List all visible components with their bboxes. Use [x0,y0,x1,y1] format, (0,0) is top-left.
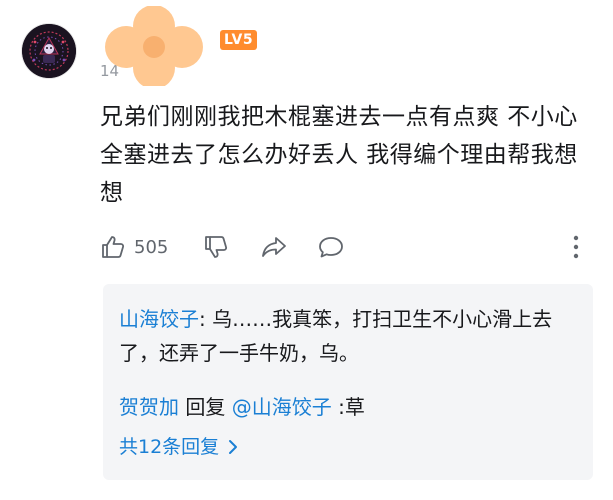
reply-item: 贺贺加 回复 @山海饺子 :草 [119,390,581,424]
comment-text: 兄弟们刚刚我把木棍塞进去一点有点爽 不小心全塞进去了怎么办好丢人 我得编个理由帮… [100,104,578,206]
comment-card: 14 LV5 兄弟们刚刚我把木棍塞进去一点有点爽 不小心全塞进去了怎么办好丢人 … [0,0,613,500]
thumbs-up-icon [102,236,125,258]
reply-mention[interactable]: @山海饺子 [232,395,332,419]
replies-box: 山海饺子: 乌……我真笨，打扫卫生不小心滑上去了，还弄了一手牛奶，乌。 贺贺加 … [103,284,593,480]
reply-item: 山海饺子: 乌……我真笨，打扫卫生不小心滑上去了，还弄了一手牛奶，乌。 [119,302,581,370]
reply-separator: : [331,395,345,419]
more-vertical-icon [573,235,579,259]
reply-button[interactable] [317,230,345,264]
username-censor-mask [105,6,203,86]
more-button[interactable] [566,232,586,262]
view-all-replies-label: 共12条回复 [119,436,220,458]
comment-actions: 505 [100,230,600,264]
share-button[interactable] [260,230,288,264]
dislike-button[interactable] [203,230,229,264]
reply-author[interactable]: 贺贺加 [119,395,179,419]
avatar[interactable] [22,24,76,78]
reply-connector: 回复 [179,395,232,419]
view-all-replies-link[interactable]: 共12条回复 [119,432,239,462]
reply-separator: : [199,307,213,331]
reply-author[interactable]: 山海饺子 [119,307,199,331]
thumbs-down-icon [205,236,228,258]
like-count: 505 [134,236,169,258]
avatar-image [22,24,76,78]
reply-text: 草 [344,395,365,419]
like-button[interactable]: 505 [100,230,168,264]
reply-icon [319,237,343,258]
level-badge: LV5 [220,30,258,50]
chevron-right-icon [229,440,238,454]
share-icon [262,237,286,257]
